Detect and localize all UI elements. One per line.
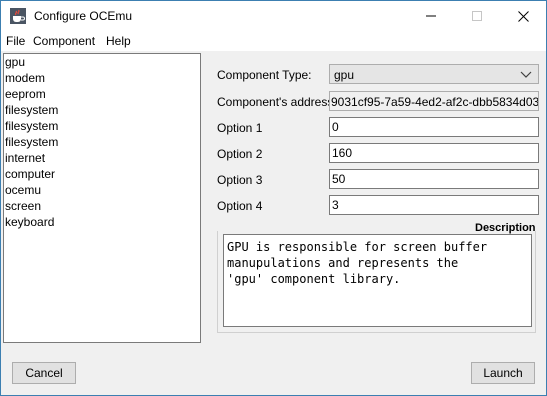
list-item[interactable]: ocemu: [4, 182, 200, 198]
maximize-button[interactable]: [454, 1, 500, 31]
option-4-input[interactable]: [332, 197, 532, 213]
component-type-value: gpu: [334, 68, 355, 82]
option-2-input[interactable]: [332, 145, 532, 161]
option-4-label: Option 4: [217, 199, 263, 213]
list-item[interactable]: filesystem: [4, 118, 200, 134]
list-item[interactable]: filesystem: [4, 134, 200, 150]
java-coffee-cup-icon: [10, 8, 26, 24]
list-item[interactable]: internet: [4, 150, 200, 166]
menu-help[interactable]: Help: [106, 34, 131, 48]
option-1-input[interactable]: [332, 119, 532, 135]
component-list[interactable]: gpu modem eeprom filesystem filesystem f…: [3, 53, 201, 343]
minimize-button[interactable]: [408, 1, 454, 31]
menu-component[interactable]: Component: [33, 34, 95, 48]
option-3-label: Option 3: [217, 173, 263, 187]
address-field[interactable]: 9031cf95-7a59-4ed2-af2c-dbb5834d0317: [329, 91, 539, 111]
option-4-field[interactable]: [329, 195, 539, 215]
description-line: GPU is responsible for screen buffer: [227, 240, 488, 254]
description-text-area[interactable]: GPU is responsible for screen buffer man…: [223, 234, 532, 327]
close-icon: [517, 10, 529, 22]
maximize-icon: [472, 11, 482, 21]
option-1-label: Option 1: [217, 121, 263, 135]
list-item[interactable]: modem: [4, 70, 200, 86]
description-title: Description: [475, 222, 536, 234]
menu-file[interactable]: File: [6, 34, 25, 48]
option-3-input[interactable]: [332, 171, 532, 187]
cancel-button[interactable]: Cancel: [12, 362, 76, 384]
component-type-select[interactable]: gpu: [329, 64, 539, 84]
list-item[interactable]: filesystem: [4, 102, 200, 118]
menu-bar: File Component Help: [1, 31, 546, 52]
address-value: 9031cf95-7a59-4ed2-af2c-dbb5834d0317: [331, 95, 539, 109]
title-bar: Configure OCEmu: [1, 1, 546, 31]
description-line: 'gpu' component library.: [227, 272, 401, 286]
close-button[interactable]: [500, 1, 546, 31]
option-2-label: Option 2: [217, 147, 263, 161]
list-item[interactable]: eeprom: [4, 86, 200, 102]
list-item[interactable]: keyboard: [4, 214, 200, 230]
option-3-field[interactable]: [329, 169, 539, 189]
configure-window: Configure OCEmu File Component Help gpu …: [0, 0, 547, 396]
minimize-icon: [426, 15, 436, 17]
launch-button[interactable]: Launch: [471, 362, 535, 384]
list-item[interactable]: computer: [4, 166, 200, 182]
window-title: Configure OCEmu: [34, 9, 133, 23]
component-type-label: Component Type:: [217, 68, 312, 82]
description-line: manupulations and represents the: [227, 256, 459, 270]
list-item[interactable]: gpu: [4, 54, 200, 70]
address-label: Component's address:: [217, 95, 337, 109]
option-1-field[interactable]: [329, 117, 539, 137]
list-item[interactable]: screen: [4, 198, 200, 214]
option-2-field[interactable]: [329, 143, 539, 163]
chevron-down-icon: [520, 71, 532, 78]
